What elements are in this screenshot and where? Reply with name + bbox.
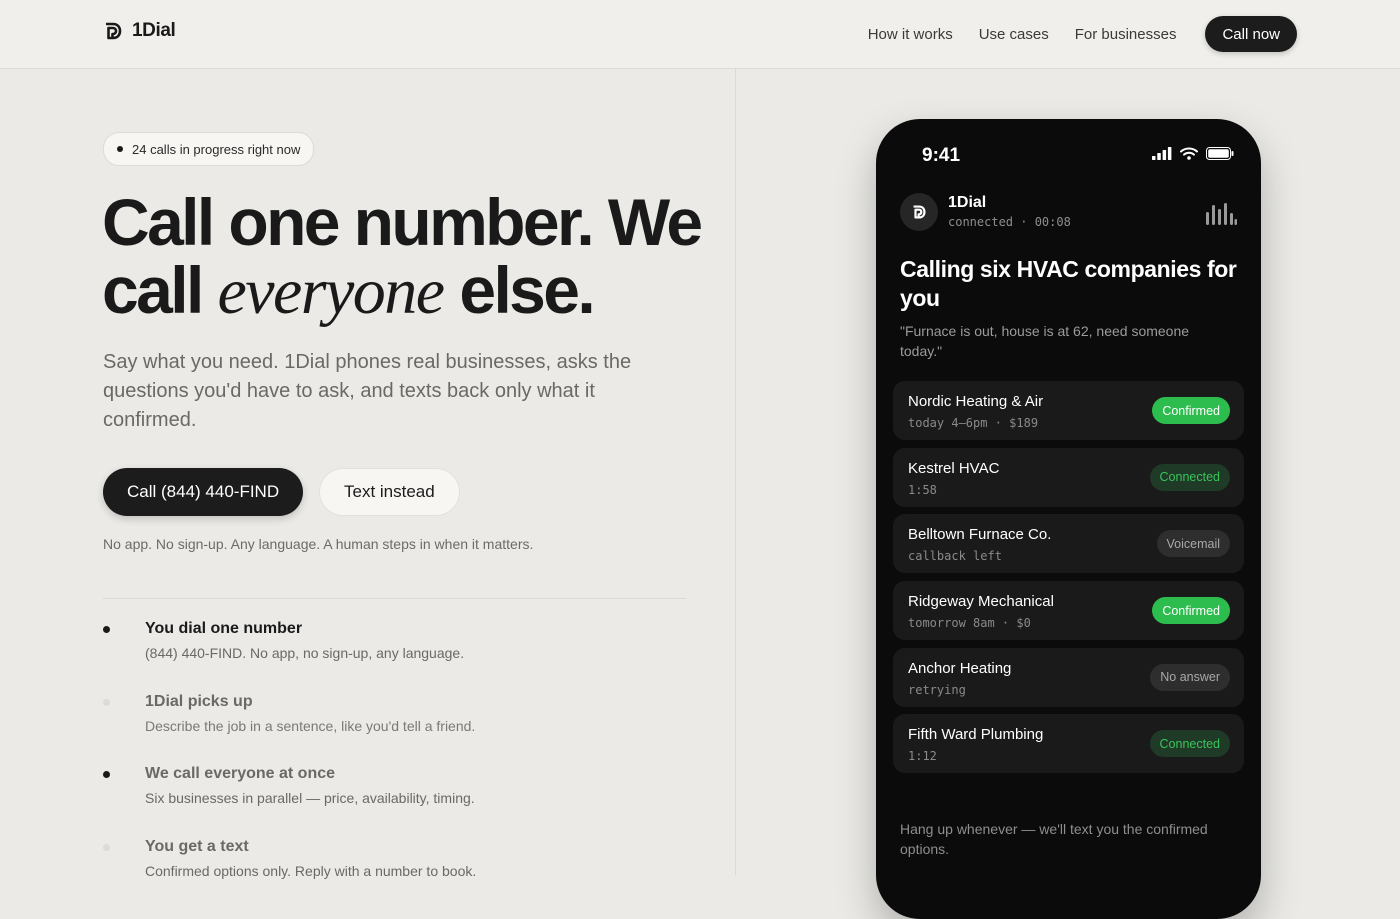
- business-row[interactable]: Fifth Ward Plumbing 1:12 Connected: [893, 714, 1244, 774]
- business-detail: tomorrow 8am · $0: [908, 616, 1031, 631]
- column-divider: [735, 69, 736, 875]
- live-calls-pill: 24 calls in progress right now: [103, 132, 315, 166]
- fine-print: No app. No sign-up. Any language. A huma…: [103, 536, 534, 552]
- live-indicator-dot: [117, 146, 123, 152]
- call-now-button[interactable]: Call now: [1205, 16, 1297, 52]
- phone-footer-note: Hang up whenever — we'll text you the co…: [900, 821, 1208, 857]
- business-detail: today 4–6pm · $189: [908, 416, 1039, 430]
- step-description: Confirmed options only. Reply with a num…: [145, 862, 477, 879]
- step-bullet: [103, 626, 110, 633]
- status-badge: No answer: [1150, 663, 1230, 691]
- step-bullet: [103, 771, 110, 778]
- brand-name: 1Dial: [132, 20, 176, 41]
- step-title: We call everyone at once: [145, 765, 336, 782]
- logo-mark-icon: [913, 205, 926, 219]
- how-it-works-steps: You dial one number (844) 440-FIND. No a…: [103, 620, 686, 910]
- business-name: Nordic Heating & Air: [908, 393, 1044, 410]
- battery-icon: [1206, 147, 1234, 160]
- step-bullet: [103, 843, 110, 851]
- business-row[interactable]: Nordic Heating & Air today 4–6pm · $189 …: [893, 381, 1244, 440]
- nav-link-use-cases[interactable]: Use cases: [979, 26, 1049, 43]
- phone-mockup: 9:41 1Dial connected · 00:08 Calling six…: [876, 119, 1261, 919]
- status-badge: Connected: [1149, 730, 1230, 758]
- status-bar-time: 9:41: [922, 145, 961, 166]
- business-name: Belltown Furnace Co.: [908, 526, 1052, 544]
- business-row[interactable]: Ridgeway Mechanical tomorrow 8am · $0 Co…: [893, 581, 1244, 641]
- business-detail: retrying: [908, 682, 966, 697]
- nav-link-how-it-works[interactable]: How it works: [868, 26, 953, 43]
- status-badge: Confirmed: [1152, 397, 1230, 424]
- business-detail: 1:12: [908, 749, 937, 764]
- business-name: Anchor Heating: [908, 659, 1012, 677]
- status-badge: Connected: [1149, 463, 1230, 491]
- hero-headline: Call one number. We call everyone else.: [102, 188, 722, 326]
- business-row[interactable]: Kestrel HVAC 1:58 Connected: [893, 447, 1244, 507]
- business-name: Kestrel HVAC: [908, 459, 1000, 477]
- headline-italic-word: everyone: [217, 255, 445, 328]
- step-item: We call everyone at once Six businesses …: [103, 765, 686, 838]
- status-bar-icons: [1152, 147, 1234, 160]
- business-detail: 1:58: [908, 482, 937, 497]
- headline-part-2: else.: [459, 253, 595, 327]
- caller-avatar: [900, 193, 938, 231]
- call-number-button[interactable]: Call (844) 440-FIND: [103, 468, 304, 516]
- logo-mark-icon: [106, 22, 122, 40]
- business-detail: callback left: [908, 549, 1002, 564]
- status-badge: Confirmed: [1152, 597, 1230, 625]
- nav-link-for-businesses[interactable]: For businesses: [1075, 26, 1177, 43]
- step-description: Six businesses in parallel — price, avai…: [145, 790, 475, 806]
- main-nav: How it works Use cases For businesses Ca…: [868, 16, 1297, 52]
- caller-name: 1Dial: [948, 194, 987, 211]
- step-title: 1Dial picks up: [145, 692, 253, 710]
- step-title: You get a text: [145, 837, 249, 855]
- call-status: connected · 00:08: [948, 215, 1071, 229]
- business-row[interactable]: Anchor Heating retrying No answer: [893, 647, 1244, 707]
- signal-icon: [1152, 147, 1172, 160]
- business-name: Ridgeway Mechanical: [908, 593, 1054, 611]
- step-description: (844) 440-FIND. No app, no sign-up, any …: [145, 645, 465, 661]
- hero-subtitle: Say what you need. 1Dial phones real bus…: [103, 351, 632, 431]
- business-row[interactable]: Belltown Furnace Co. callback left Voice…: [893, 514, 1244, 574]
- wifi-icon: [1180, 147, 1198, 160]
- brand-logo[interactable]: 1Dial: [104, 20, 176, 42]
- status-badge: Voicemail: [1156, 530, 1230, 558]
- step-item: You get a text Confirmed options only. R…: [103, 838, 686, 911]
- live-calls-text: 24 calls in progress right now: [132, 141, 301, 157]
- request-quote: "Furnace is out, house is at 62, need so…: [900, 323, 1190, 359]
- business-name: Fifth Ward Plumbing: [908, 726, 1044, 744]
- top-navigation-bar: 1Dial How it works Use cases For busines…: [0, 0, 1400, 69]
- business-list: Nordic Heating & Air today 4–6pm · $189 …: [893, 381, 1244, 781]
- step-item: You dial one number (844) 440-FIND. No a…: [103, 620, 686, 693]
- step-title: You dial one number: [145, 620, 303, 637]
- text-instead-button[interactable]: Text instead: [319, 468, 460, 516]
- section-divider: [103, 598, 686, 599]
- step-item: 1Dial picks up Describe the job in a sen…: [103, 693, 686, 766]
- step-description: Describe the job in a sentence, like you…: [145, 717, 476, 734]
- audio-wave-icon: [1206, 203, 1237, 225]
- step-bullet: [103, 698, 110, 706]
- calling-heading: Calling six HVAC companies for you: [900, 256, 1237, 311]
